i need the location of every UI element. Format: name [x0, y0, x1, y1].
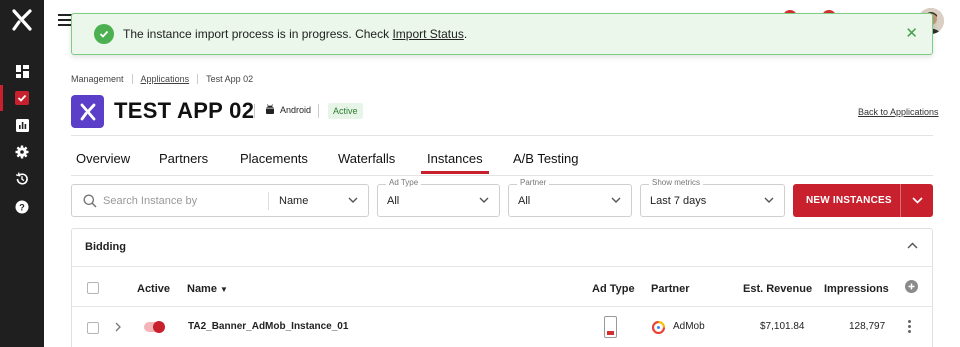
search-input[interactable]: Search Instance by	[103, 195, 197, 207]
select-all-checkbox[interactable]	[87, 282, 99, 294]
banner-ad-type-icon	[604, 316, 617, 338]
breadcrumb-applications[interactable]: Applications	[141, 74, 190, 84]
menu-icon[interactable]	[58, 14, 72, 26]
svg-text:?: ?	[19, 203, 25, 213]
sort-desc-icon: ▼	[220, 285, 228, 294]
chevron-down-icon	[764, 197, 774, 203]
tab-waterfalls[interactable]: Waterfalls	[338, 151, 395, 166]
page-title: TEST APP 02	[114, 98, 255, 123]
revenue-cell: $7,101.84	[760, 321, 805, 332]
tab-bar: Overview Partners Placements Waterfalls …	[71, 151, 933, 176]
active-toggle[interactable]	[144, 321, 165, 333]
android-icon	[266, 104, 274, 114]
breadcrumb-current: Test App 02	[206, 74, 254, 84]
chevron-down-icon[interactable]	[348, 197, 358, 203]
tab-placements[interactable]: Placements	[240, 151, 308, 166]
toast-suffix: .	[463, 27, 468, 41]
close-icon[interactable]: ✕	[905, 26, 918, 41]
impressions-cell: 128,797	[849, 321, 886, 332]
ad-type-select[interactable]: Ad Type All	[377, 178, 500, 217]
toast-text: The instance import process is in progre…	[123, 27, 393, 41]
partner-value: All	[518, 195, 531, 207]
platform-label: Android	[265, 104, 311, 115]
sidebar-rail: ?	[0, 0, 44, 347]
import-toast: The instance import process is in progre…	[71, 13, 933, 55]
history-icon[interactable]	[0, 166, 44, 192]
more-options-icon[interactable]	[908, 320, 912, 335]
help-icon[interactable]: ?	[0, 194, 44, 220]
applications-icon[interactable]	[0, 85, 44, 111]
search-by-select[interactable]: Name	[279, 195, 308, 207]
platform-text: Android	[280, 104, 312, 115]
ad-type-label: Ad Type	[386, 178, 422, 187]
partner-label: Partner	[517, 178, 550, 187]
partner-cell: AdMob	[673, 321, 705, 332]
settings-gear-icon[interactable]	[0, 139, 44, 165]
chevron-up-icon[interactable]	[907, 242, 918, 249]
column-active[interactable]: Active	[137, 283, 170, 295]
breadcrumb: Management Applications Test App 02	[71, 74, 253, 84]
instance-name[interactable]: TA2_Banner_AdMob_Instance_01	[188, 321, 348, 332]
show-metrics-label: Show metrics	[649, 178, 704, 187]
column-ad-type[interactable]: Ad Type	[592, 283, 635, 295]
section-title: Bidding	[85, 241, 126, 253]
tab-overview[interactable]: Overview	[76, 151, 130, 166]
partner-select[interactable]: Partner All	[508, 178, 632, 217]
chevron-down-icon	[911, 197, 923, 204]
new-instances-label: NEW INSTANCES	[806, 195, 892, 206]
toast-message: The instance import process is in progre…	[123, 27, 467, 41]
success-check-icon	[94, 24, 114, 44]
column-est-revenue[interactable]: Est. Revenue	[743, 283, 812, 295]
show-metrics-value: Last 7 days	[650, 195, 707, 207]
dashboard-icon[interactable]	[0, 58, 44, 84]
import-status-link[interactable]: Import Status	[392, 27, 463, 41]
breadcrumb-management[interactable]: Management	[71, 74, 124, 84]
show-metrics-select[interactable]: Show metrics Last 7 days	[640, 178, 785, 217]
reports-icon[interactable]	[0, 112, 44, 138]
tab-ab-testing[interactable]: A/B Testing	[513, 151, 579, 166]
back-to-applications-link[interactable]: Back to Applications	[858, 107, 939, 117]
tab-instances[interactable]: Instances	[421, 151, 489, 174]
app-logo	[71, 95, 104, 128]
chevron-down-icon	[479, 197, 489, 203]
x-logo[interactable]	[8, 6, 36, 34]
ad-type-value: All	[387, 195, 400, 207]
new-instances-dropdown[interactable]	[901, 184, 933, 217]
search-icon	[83, 194, 97, 208]
column-partner[interactable]: Partner	[651, 283, 690, 295]
chevron-down-icon	[611, 197, 621, 203]
new-instances-button[interactable]: NEW INSTANCES	[793, 184, 933, 217]
admob-icon	[652, 321, 665, 334]
tab-partners[interactable]: Partners	[159, 151, 208, 166]
add-column-icon[interactable]	[905, 280, 918, 293]
bidding-section: Bidding Active Name ▼ Ad Type Partner Es…	[71, 228, 933, 347]
status-badge: Active	[328, 103, 363, 119]
row-checkbox[interactable]	[87, 322, 99, 334]
chevron-right-icon[interactable]	[115, 322, 121, 332]
column-name-label: Name	[187, 283, 217, 295]
search-field[interactable]: Search Instance by Name	[71, 184, 369, 217]
column-impressions[interactable]: Impressions	[824, 283, 889, 295]
column-name[interactable]: Name ▼	[187, 283, 228, 295]
